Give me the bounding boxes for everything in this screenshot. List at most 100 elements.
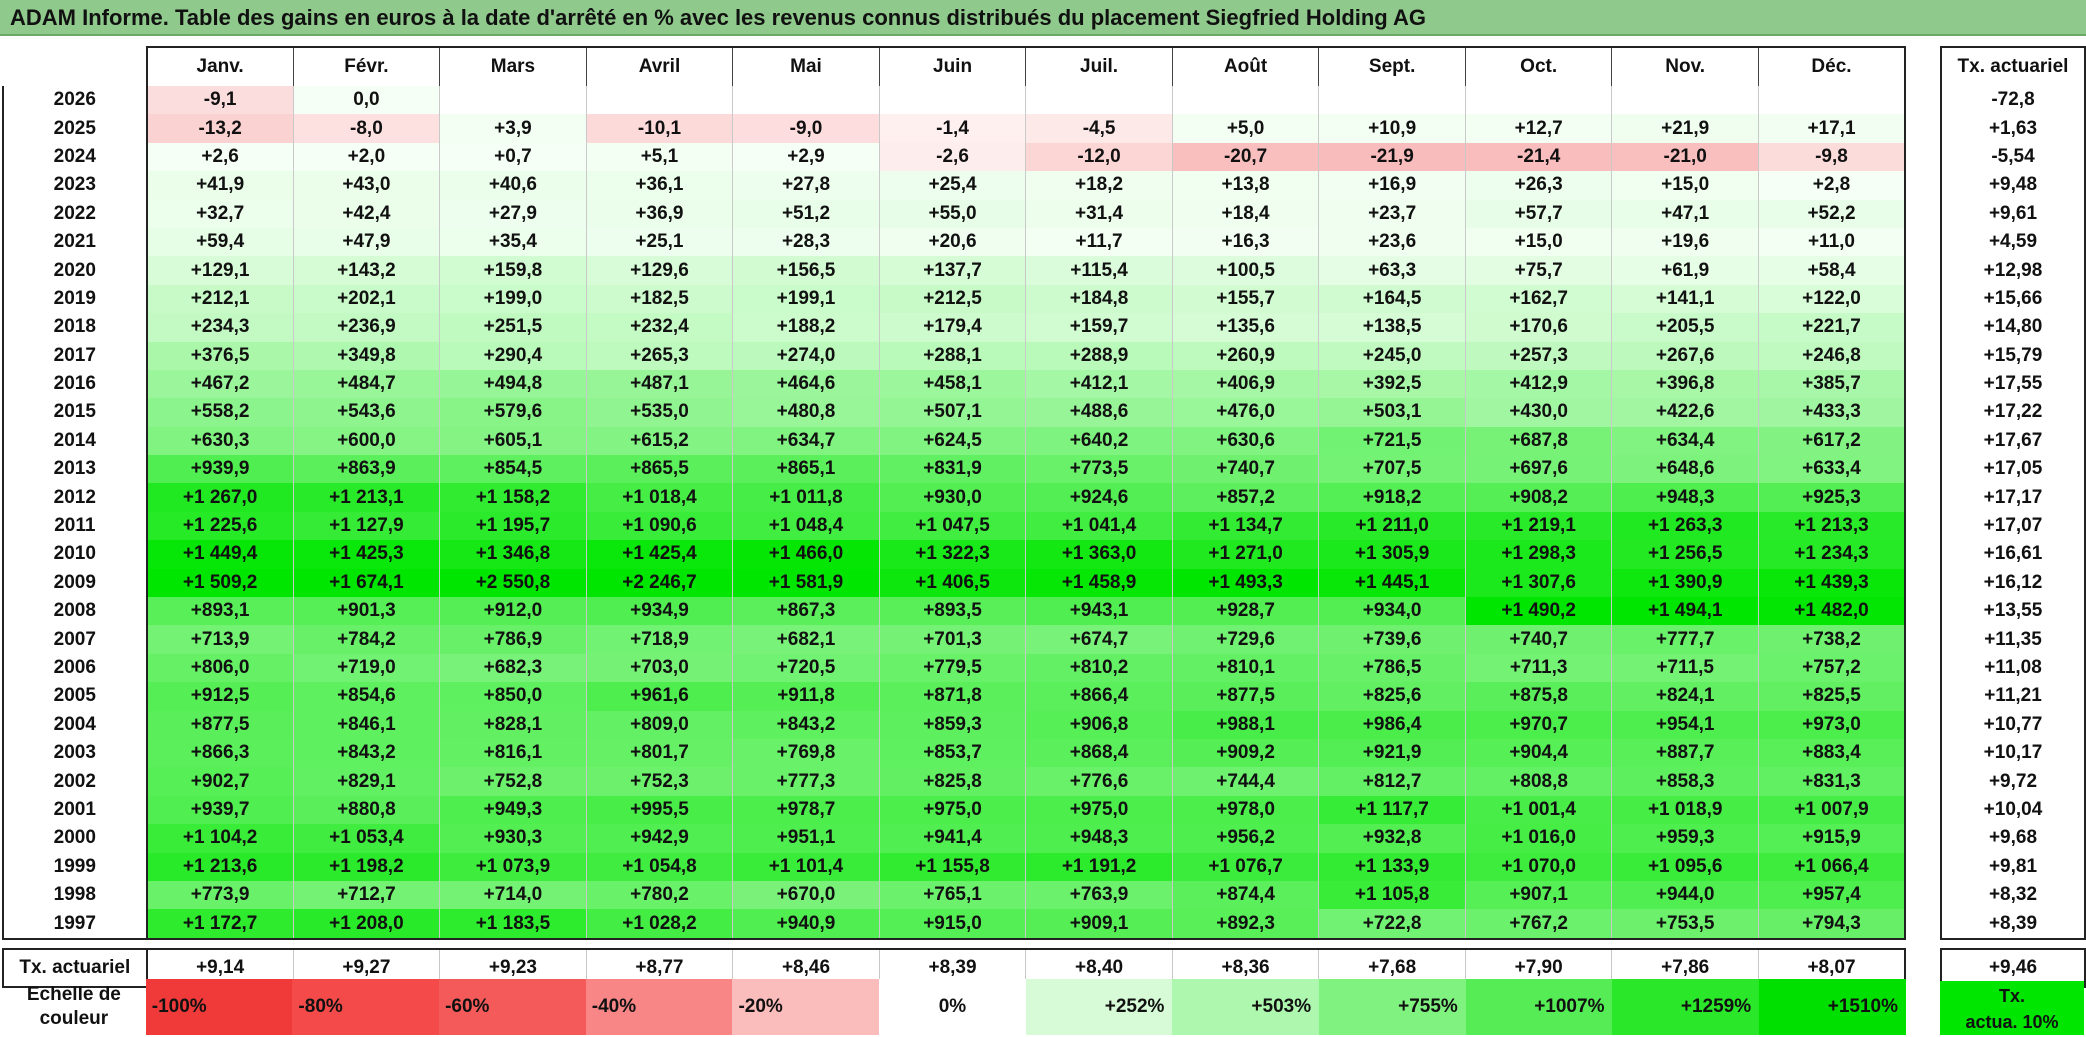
gain-cell: +858,3 xyxy=(1611,767,1759,796)
gain-cell: +948,3 xyxy=(1025,824,1173,853)
gain-cell: +47,1 xyxy=(1611,199,1759,228)
gain-cell: +1 425,4 xyxy=(585,540,733,569)
actuarial-rate-cell: +17,55 xyxy=(1940,369,2086,399)
actuarial-rate-cell: +4,59 xyxy=(1940,227,2086,257)
gain-cell: +1 322,3 xyxy=(878,540,1026,569)
gain-cell: +47,9 xyxy=(292,227,440,257)
gain-cell: +2,9 xyxy=(732,142,880,172)
gain-cell: -1,4 xyxy=(878,114,1026,143)
gain-cell: +1 271,0 xyxy=(1171,540,1319,569)
gain-cell: +1 127,9 xyxy=(292,511,440,541)
gain-cell xyxy=(1464,86,1612,115)
gain-cell: +828,1 xyxy=(439,710,587,739)
gain-cell: +1 133,9 xyxy=(1318,852,1466,881)
gain-cell: +137,7 xyxy=(878,256,1026,285)
gain-cell: +212,1 xyxy=(145,284,294,314)
gain-cell: +10,9 xyxy=(1318,114,1466,143)
year-label: 2024 xyxy=(2,142,147,172)
year-label: 2023 xyxy=(2,171,147,200)
gain-cell: +245,0 xyxy=(1318,341,1466,370)
gain-cell: +816,1 xyxy=(439,738,587,768)
gain-cell: +951,1 xyxy=(732,824,880,853)
gain-cell: +155,7 xyxy=(1171,284,1319,314)
gain-cell: +25,1 xyxy=(585,227,733,257)
gain-cell: +1 390,9 xyxy=(1611,568,1759,598)
gain-cell: +883,4 xyxy=(1757,738,1906,768)
gain-cell: +1 213,3 xyxy=(1757,511,1906,541)
gain-cell: +866,3 xyxy=(145,738,294,768)
actuarial-legend-line1: Tx. xyxy=(1998,986,2025,1006)
gain-cell: +874,4 xyxy=(1171,880,1319,910)
gain-cell: +831,9 xyxy=(878,455,1026,484)
gain-cell: +23,6 xyxy=(1318,227,1466,257)
gain-cell: +739,6 xyxy=(1318,625,1466,654)
gain-cell: +179,4 xyxy=(878,313,1026,342)
gain-cell: +780,2 xyxy=(585,880,733,910)
gain-cell: +640,2 xyxy=(1025,426,1173,456)
gain-cell: +865,5 xyxy=(585,455,733,484)
gain-cell: +199,1 xyxy=(732,284,880,314)
gain-cell: +260,9 xyxy=(1171,341,1319,370)
color-scale-swatch: +1510% xyxy=(1759,979,1906,1035)
gain-cell: +135,6 xyxy=(1171,313,1319,342)
gain-cell: +915,9 xyxy=(1757,824,1906,853)
gain-cell: +975,0 xyxy=(1025,795,1173,825)
gain-cell: +701,3 xyxy=(878,625,1026,654)
gain-cell: +829,1 xyxy=(292,767,440,796)
gain-cell: +809,0 xyxy=(585,710,733,739)
gain-cell: +892,3 xyxy=(1171,909,1319,940)
gain-cell: +484,7 xyxy=(292,369,440,399)
gain-cell: +918,2 xyxy=(1318,483,1466,512)
gain-cell: +776,6 xyxy=(1025,767,1173,796)
month-header: Juil. xyxy=(1025,46,1173,86)
color-scale-swatch: +1007% xyxy=(1465,979,1613,1035)
gain-cell: +349,8 xyxy=(292,341,440,370)
gain-cell: +825,6 xyxy=(1318,682,1466,711)
gain-cell: +138,5 xyxy=(1318,313,1466,342)
table-row: 2025 -13,2 -8,0 +3,9 -10,1 -9,0 -1,4 -4,5 +5,0 +1… xyxy=(2,114,1906,143)
gain-cell: +1 018,4 xyxy=(585,483,733,512)
gain-cell xyxy=(585,86,733,115)
gain-cell: +58,4 xyxy=(1757,256,1906,285)
actuarial-rate-cell: +10,04 xyxy=(1940,795,2086,825)
gain-cell: +0,7 xyxy=(439,142,587,172)
gain-cell: +3,9 xyxy=(439,114,587,143)
gain-cell: +865,1 xyxy=(732,455,880,484)
actuarial-rate-cell: +13,55 xyxy=(1940,597,2086,626)
gain-cell: +543,6 xyxy=(292,398,440,427)
gain-cell: +558,2 xyxy=(145,398,294,427)
gain-cell: +975,0 xyxy=(878,795,1026,825)
gain-cell: +129,6 xyxy=(585,256,733,285)
table-row: 2014 +630,3 +600,0 +605,1 +615,2 +634,7 +624,5… xyxy=(2,426,1906,456)
gain-cell xyxy=(878,86,1026,115)
gain-cell: +956,2 xyxy=(1171,824,1319,853)
month-header: Oct. xyxy=(1464,46,1612,86)
gain-cell: +859,3 xyxy=(878,710,1026,739)
gain-cell: +115,4 xyxy=(1025,256,1173,285)
gain-cell: +430,0 xyxy=(1464,398,1612,427)
gain-cell: +212,5 xyxy=(878,284,1026,314)
gain-cell: +863,9 xyxy=(292,455,440,484)
gain-cell: +912,0 xyxy=(439,597,587,626)
actuarial-rate-cell: +9,48 xyxy=(1940,171,2086,200)
gain-cell: +1 155,8 xyxy=(878,852,1026,881)
actuarial-rate-cell: +17,67 xyxy=(1940,426,2086,456)
gain-cell: +973,0 xyxy=(1757,710,1906,739)
gain-cell: +2,8 xyxy=(1757,171,1906,200)
gain-cell: +27,8 xyxy=(732,171,880,200)
gain-cell: +1 225,6 xyxy=(145,511,294,541)
gain-cell: +251,5 xyxy=(439,313,587,342)
gain-cell: +850,0 xyxy=(439,682,587,711)
month-header: Mai xyxy=(732,46,880,86)
gain-cell: +1 211,0 xyxy=(1318,511,1466,541)
gain-cell: +887,7 xyxy=(1611,738,1759,768)
gain-cell: +1 581,9 xyxy=(732,568,880,598)
gain-cell: +36,9 xyxy=(585,199,733,228)
gain-cell: +36,1 xyxy=(585,171,733,200)
gain-cell: +744,4 xyxy=(1171,767,1319,796)
table-row: 1997 +1 172,7 +1 208,0 +1 183,5 +1 028,2 +940… xyxy=(2,909,1906,940)
gain-cell: +433,3 xyxy=(1757,398,1906,427)
gain-cell: +986,4 xyxy=(1318,710,1466,739)
gain-cell: +957,4 xyxy=(1757,880,1906,910)
gain-cell: +812,7 xyxy=(1318,767,1466,796)
